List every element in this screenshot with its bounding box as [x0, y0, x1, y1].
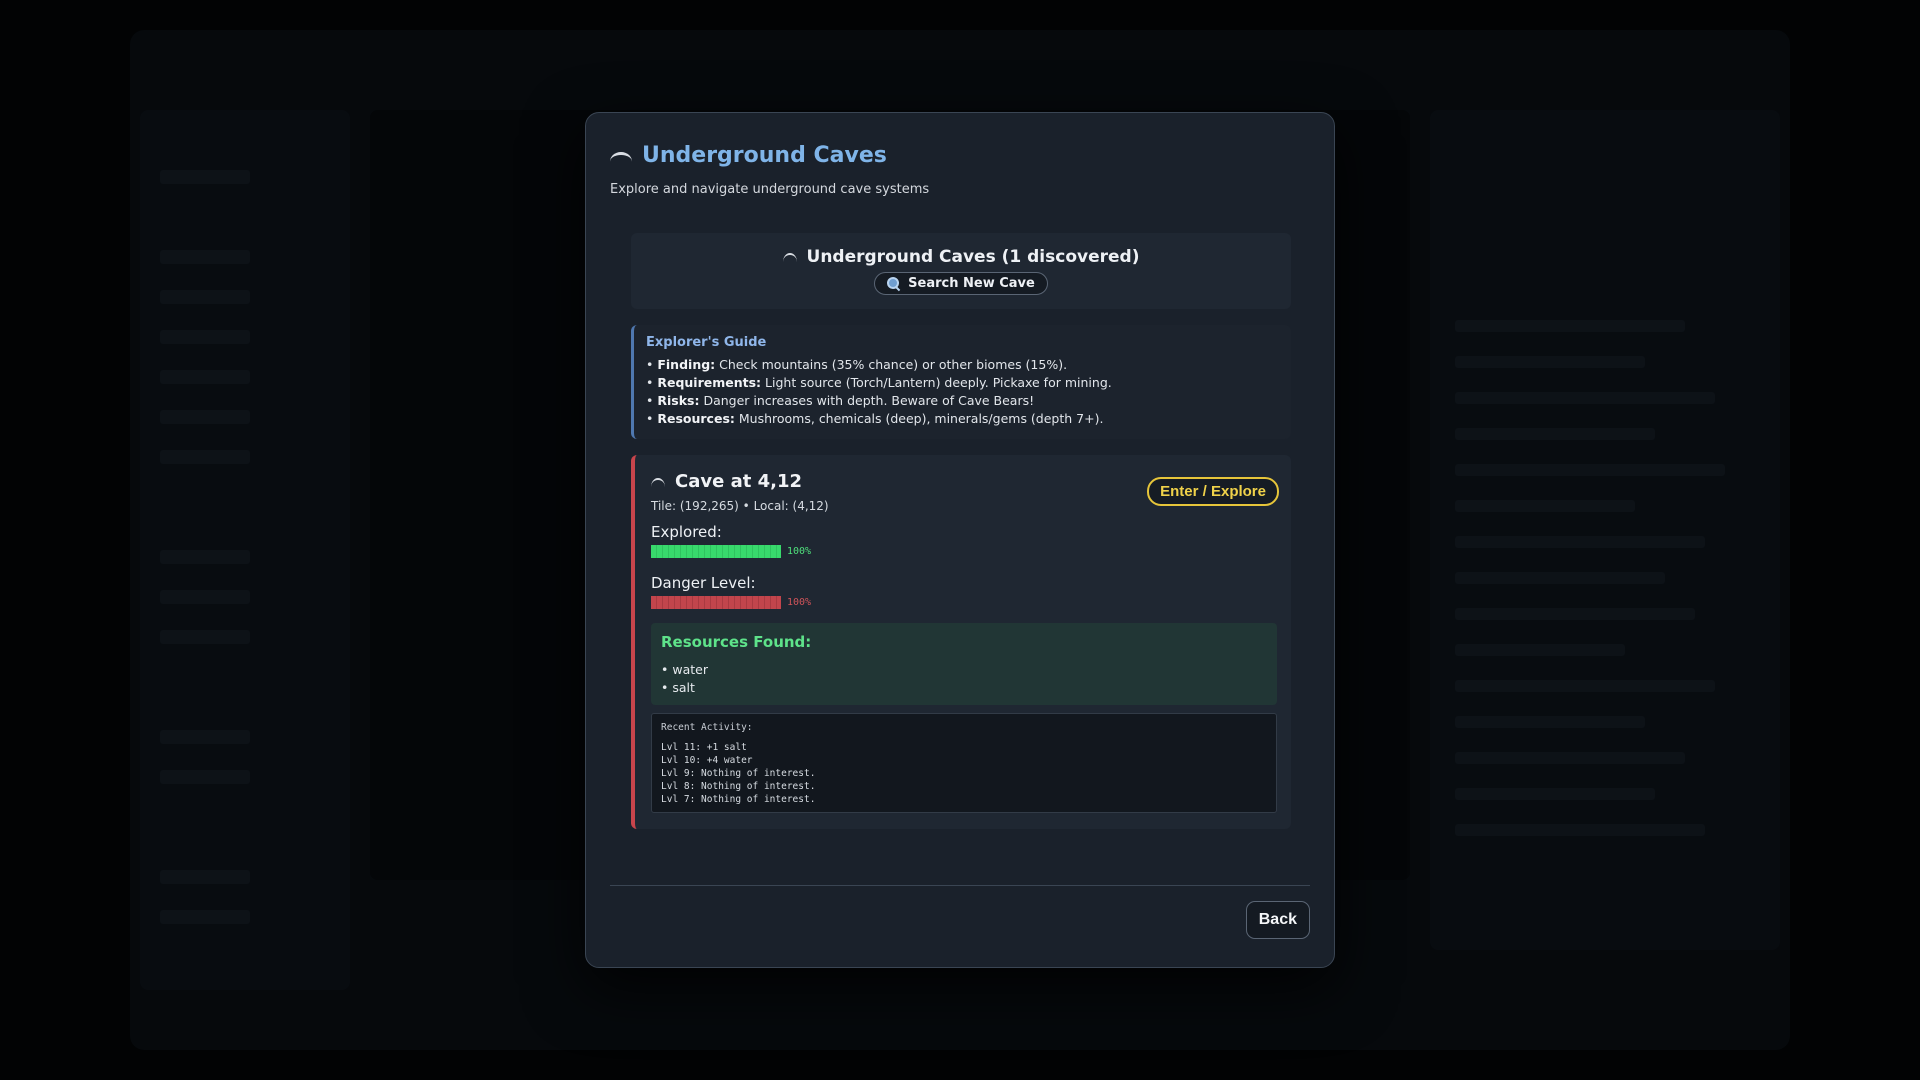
explored-progress-bar [651, 545, 781, 558]
danger-percent: 100% [787, 597, 812, 608]
background-log-line [1455, 716, 1645, 728]
background-sidebar-item [160, 410, 250, 424]
guide-item-label: Resources: [657, 411, 735, 426]
resources-found-title: Resources Found: [661, 633, 812, 651]
modal-divider [610, 885, 1310, 886]
activity-line: Lvl 8: Nothing of interest. [661, 781, 816, 792]
recent-activity-log: Recent Activity: Lvl 11: +1 salt Lvl 10:… [651, 713, 1277, 813]
background-log-line [1455, 824, 1705, 836]
activity-line: Lvl 9: Nothing of interest. [661, 768, 816, 779]
background-log-line [1455, 788, 1655, 800]
guide-item-label: Finding: [657, 357, 716, 372]
background-sidebar-item [160, 910, 250, 924]
modal-title-row: Underground Caves [610, 143, 929, 168]
resource-item: • water [661, 662, 708, 677]
explored-label: Explored: [651, 523, 722, 541]
guide-item-label: Requirements: [657, 375, 762, 390]
explored-percent: 100% [787, 546, 812, 557]
danger-level-label: Danger Level: [651, 574, 756, 592]
resources-found-box: Resources Found: • water • salt [651, 623, 1277, 705]
background-log-line [1455, 428, 1655, 440]
background-log-line [1455, 320, 1685, 332]
background-sidebar-item [160, 370, 250, 384]
caves-summary-title-row: Underground Caves (1 discovered) [631, 247, 1291, 267]
explorers-guide-panel: Explorer's Guide • Finding: Check mounta… [631, 325, 1291, 439]
background-sidebar-item [160, 330, 250, 344]
background-sidebar-item [160, 290, 250, 304]
guide-item-text: Danger increases with depth. Beware of C… [703, 393, 1035, 408]
background-sidebar-item [160, 590, 250, 604]
background-sidebar-item [160, 550, 250, 564]
guide-item: • Requirements: Light source (Torch/Lant… [646, 375, 1112, 390]
background-sidebar-item [160, 730, 250, 744]
danger-level-fill [651, 596, 781, 609]
cave-name: Cave at 4,12 [675, 471, 802, 492]
guide-item-label: Risks: [657, 393, 700, 408]
modal-subtitle: Explore and navigate underground cave sy… [610, 182, 930, 197]
resource-item: • salt [661, 680, 695, 695]
guide-item: • Risks: Danger increases with depth. Be… [646, 393, 1035, 408]
cave-icon [782, 251, 799, 263]
cave-icon [651, 476, 667, 488]
background-sidebar-item [160, 770, 250, 784]
cave-icon [610, 150, 632, 162]
background-log-line [1455, 608, 1695, 620]
guide-item-text: Mushrooms, chemicals (deep), minerals/ge… [738, 411, 1104, 426]
background-log-line [1455, 536, 1705, 548]
search-icon [887, 277, 900, 290]
background-sidebar-item [160, 250, 250, 264]
back-button[interactable]: Back [1245, 901, 1310, 939]
activity-line: Lvl 7: Nothing of interest. [661, 794, 816, 805]
guide-item: • Finding: Check mountains (35% chance) … [646, 357, 1068, 372]
activity-line: Lvl 11: +1 salt [661, 742, 747, 753]
modal-header: Underground Caves Explore and navigate u… [610, 143, 929, 197]
danger-level-bar [651, 596, 781, 609]
guide-item-text: Light source (Torch/Lantern) deeply. Pic… [765, 375, 1112, 390]
search-new-cave-button[interactable]: Search New Cave [874, 272, 1048, 295]
background-log-line [1455, 752, 1685, 764]
background-sidebar-item [160, 450, 250, 464]
background-sidebar-item [160, 870, 250, 884]
activity-line: Lvl 10: +4 water [661, 755, 753, 766]
recent-activity-title: Recent Activity: [661, 722, 753, 733]
cave-name-row: Cave at 4,12 [651, 471, 802, 492]
caves-modal: Underground Caves Explore and navigate u… [585, 112, 1335, 968]
background-log-line [1455, 500, 1635, 512]
cave-card: Cave at 4,12 Tile: (192,265) • Local: (4… [631, 455, 1291, 829]
background-log-line [1455, 392, 1715, 404]
enter-explore-button[interactable]: Enter / Explore [1147, 477, 1279, 506]
caves-summary-title: Underground Caves (1 discovered) [806, 247, 1140, 267]
cave-coordinates: Tile: (192,265) • Local: (4,12) [651, 499, 829, 513]
background-log-line [1455, 644, 1625, 656]
background-log-line [1455, 572, 1665, 584]
guide-item: • Resources: Mushrooms, chemicals (deep)… [646, 411, 1104, 426]
background-log-line [1455, 356, 1645, 368]
background-log-line [1455, 464, 1725, 476]
caves-summary-panel: Underground Caves (1 discovered) Search … [631, 233, 1291, 309]
background-sidebar-item [160, 170, 250, 184]
guide-item-text: Check mountains (35% chance) or other bi… [719, 357, 1068, 372]
modal-title: Underground Caves [642, 143, 887, 168]
background-sidebar-item [160, 630, 250, 644]
explorers-guide-title: Explorer's Guide [646, 335, 767, 350]
background-log-line [1455, 680, 1715, 692]
search-new-cave-label: Search New Cave [908, 276, 1035, 291]
explored-progress-fill [651, 545, 781, 558]
